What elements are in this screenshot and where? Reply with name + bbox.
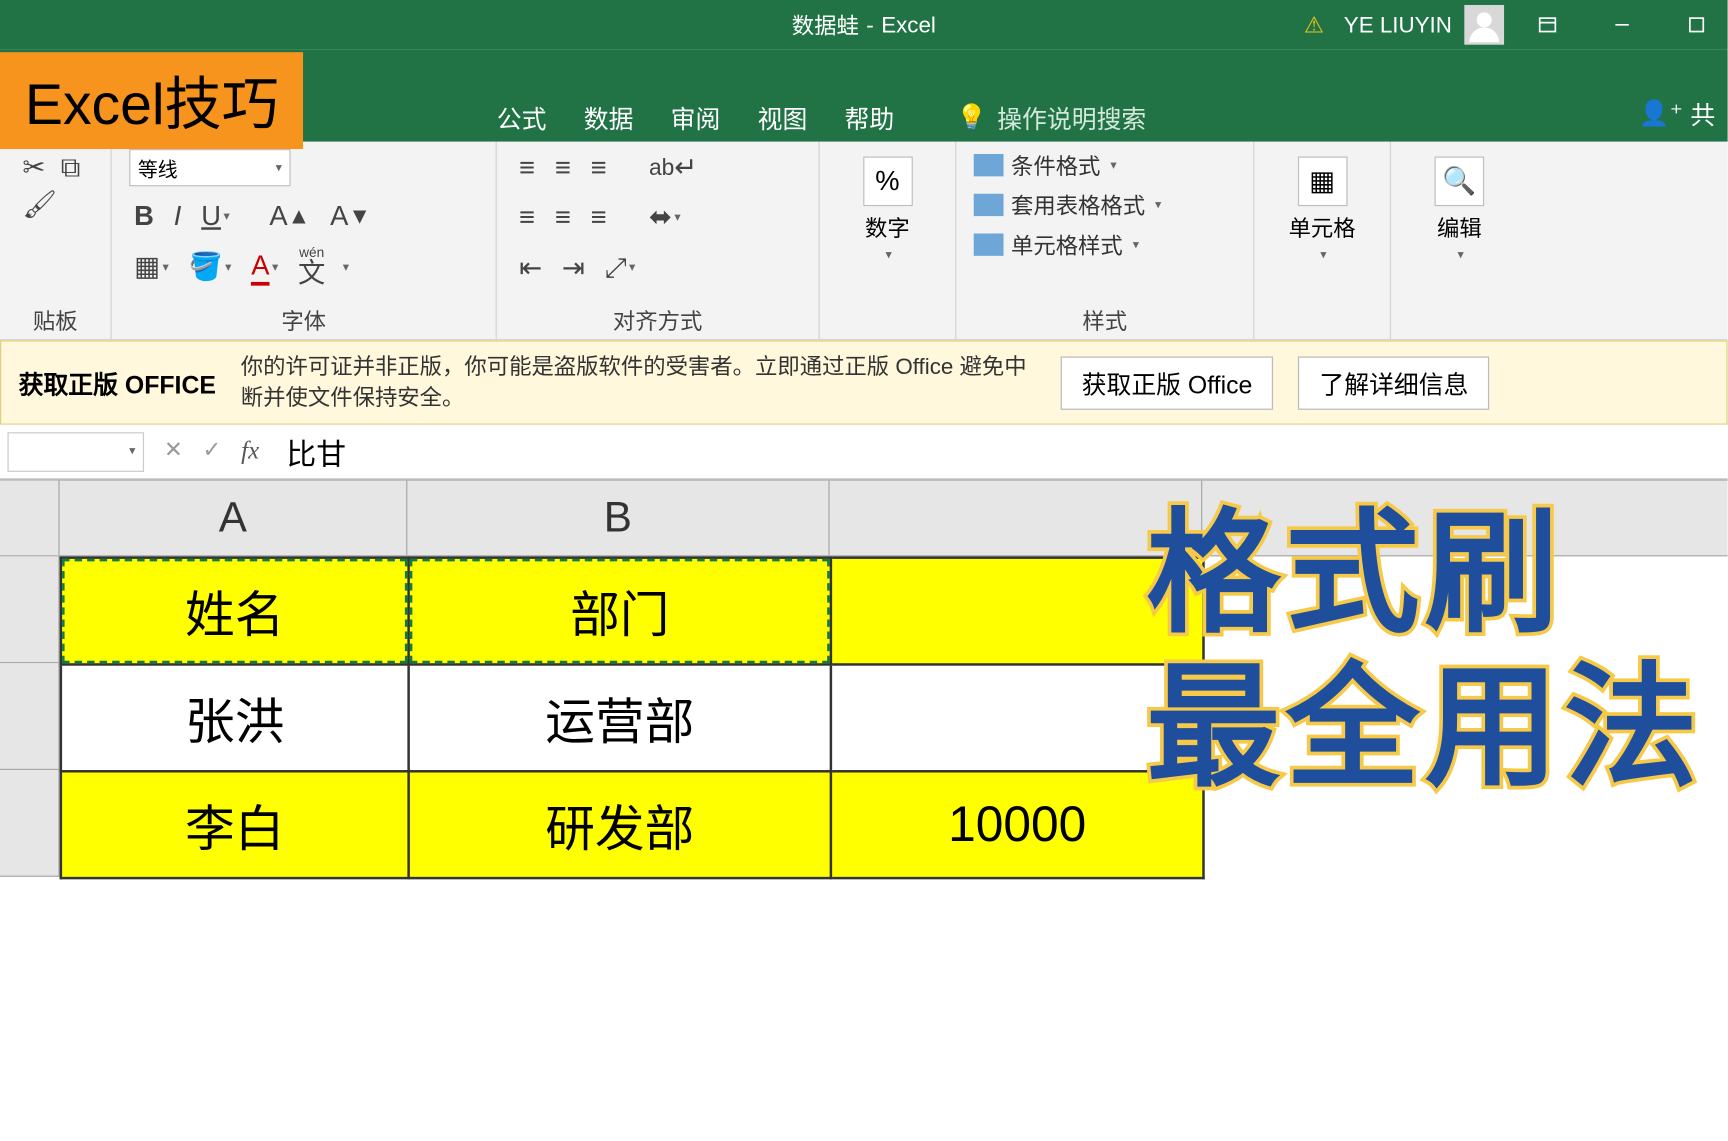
merge-center-button[interactable]: ⬌▾ (644, 199, 686, 236)
orientation-button[interactable]: ⤢▾ (600, 249, 641, 286)
tell-me-search[interactable]: 💡 操作说明搜索 (956, 99, 1146, 135)
copy-icon[interactable]: ⧉ (56, 149, 85, 186)
group-label-font: 字体 (129, 299, 478, 336)
insert-function-button[interactable]: fx (241, 438, 259, 467)
ribbon-display-options-button[interactable] (1516, 0, 1578, 50)
cell-B1[interactable]: 部门 (409, 558, 831, 665)
window-titlebar: 数据蛙 - Excel ⚠ YE LIUYIN (0, 0, 1728, 50)
window-title: 数据蛙 - Excel (792, 9, 936, 41)
group-label-alignment: 对齐方式 (514, 299, 801, 336)
font-color-button[interactable]: A▾ (246, 247, 283, 288)
column-header-B[interactable]: B (407, 481, 829, 556)
tab-help[interactable]: 帮助 (845, 99, 895, 135)
cell-A3[interactable]: 李白 (61, 772, 409, 879)
table-row[interactable]: 张洪 运营部 (61, 665, 1204, 772)
formula-bar: ▾ ✕ ✓ fx 比甘 (0, 425, 1728, 480)
group-clipboard: ✂ ⧉ 🖌 贴板 (0, 142, 112, 339)
group-label-styles: 样式 (974, 299, 1236, 336)
align-bottom-button[interactable]: ≡ (586, 149, 612, 186)
group-font: 等线▾ B I U▾ A▲ A▼ ▦▾ 🪣▾ A▾ wén 文 ▾ 字体 (112, 142, 497, 339)
tab-review[interactable]: 审阅 (671, 99, 721, 135)
cancel-icon[interactable]: ✕ (164, 438, 183, 467)
row-header-3[interactable] (0, 771, 60, 878)
table-format-icon (974, 194, 1004, 216)
user-avatar[interactable] (1464, 5, 1504, 45)
increase-font-button[interactable]: A▲ (264, 198, 315, 235)
align-center-button[interactable]: ≡ (550, 199, 576, 236)
formula-input[interactable]: 比甘 (272, 430, 347, 473)
column-header-A[interactable]: A (60, 481, 408, 556)
document-name: 数据蛙 (792, 9, 859, 41)
license-warning-bar: 获取正版 OFFICE 你的许可证并非正版，你可能是盗版软件的受害者。立即通过正… (0, 340, 1728, 425)
overlay-badge-excel-tips: Excel技巧 (0, 52, 304, 149)
cut-icon[interactable]: ✂ (17, 149, 50, 186)
font-name-select[interactable]: 等线▾ (129, 149, 290, 186)
maximize-button[interactable] (1666, 0, 1728, 50)
align-top-button[interactable]: ≡ (514, 149, 540, 186)
lightbulb-icon: 💡 (956, 101, 987, 132)
group-number: % 数字 ▾ (820, 142, 957, 339)
overlay-line-1: 格式刷 (1146, 497, 1702, 651)
editing-button[interactable]: 🔍 编辑 ▾ (1408, 149, 1510, 269)
bold-button[interactable]: B (129, 198, 159, 235)
percent-icon: % (863, 156, 913, 206)
format-as-table-button[interactable]: 套用表格格式▾ (974, 189, 1236, 221)
italic-button[interactable]: I (169, 198, 187, 235)
cell-B3[interactable]: 研发部 (409, 772, 831, 879)
wrap-text-button[interactable]: ab↵ (644, 149, 702, 186)
conditional-formatting-button[interactable]: 条件格式▾ (974, 149, 1236, 181)
tab-formulas[interactable]: 公式 (497, 99, 547, 135)
phonetic-guide-button[interactable]: wén 文 (293, 246, 330, 288)
minimize-button[interactable] (1591, 0, 1653, 50)
row-header-2[interactable] (0, 664, 60, 771)
license-title: 获取正版 OFFICE (19, 365, 216, 401)
align-middle-button[interactable]: ≡ (550, 149, 576, 186)
row-header-1[interactable] (0, 557, 60, 664)
tab-data[interactable]: 数据 (584, 99, 634, 135)
format-painter-icon[interactable]: 🖌 (17, 186, 62, 223)
number-format-button[interactable]: % 数字 ▾ (837, 149, 938, 269)
borders-button[interactable]: ▦▾ (129, 248, 173, 285)
share-button[interactable]: 👤⁺ 共 (1639, 96, 1715, 132)
cells-button[interactable]: ▦ 单元格 ▾ (1272, 149, 1373, 269)
table-row[interactable]: 李白 研发部 10000 (61, 772, 1204, 879)
decrease-font-button[interactable]: A▼ (325, 198, 376, 235)
select-all-triangle[interactable] (0, 481, 60, 556)
fill-color-button[interactable]: 🪣▾ (184, 248, 237, 285)
name-box[interactable]: ▾ (7, 432, 144, 472)
group-label-clipboard: 贴板 (17, 299, 93, 336)
overlay-line-2: 最全用法 (1146, 651, 1702, 805)
conditional-format-icon (974, 154, 1004, 176)
enter-icon[interactable]: ✓ (203, 438, 222, 467)
get-genuine-office-button[interactable]: 获取正版 Office (1061, 356, 1274, 409)
cell-style-icon (974, 233, 1004, 255)
cell-styles-button[interactable]: 单元格样式▾ (974, 229, 1236, 261)
align-left-button[interactable]: ≡ (514, 199, 540, 236)
table-row[interactable]: 姓名 部门 (61, 558, 1204, 665)
group-editing: 🔍 编辑 ▾ (1391, 142, 1528, 339)
align-right-button[interactable]: ≡ (586, 199, 612, 236)
ribbon: ✂ ⧉ 🖌 贴板 等线▾ B I U▾ A▲ A▼ ▦▾ 🪣 (0, 142, 1728, 341)
cell-A2[interactable]: 张洪 (61, 665, 409, 772)
find-icon: 🔍 (1435, 156, 1485, 206)
cell-B2[interactable]: 运营部 (409, 665, 831, 772)
learn-more-button[interactable]: 了解详细信息 (1298, 356, 1489, 409)
app-name: Excel (881, 12, 936, 38)
increase-indent-button[interactable]: ⇥ (557, 249, 590, 286)
underline-button[interactable]: U▾ (196, 198, 234, 235)
decrease-indent-button[interactable]: ⇤ (514, 249, 547, 286)
account-name[interactable]: YE LIUYIN (1344, 12, 1452, 38)
group-styles: 条件格式▾ 套用表格格式▾ 单元格样式▾ 样式 (956, 142, 1254, 339)
cell-A1[interactable]: 姓名 (61, 558, 409, 665)
overlay-title: 格式刷 最全用法 (1146, 497, 1702, 805)
warning-icon: ⚠ (1304, 12, 1324, 38)
license-message: 你的许可证并非正版，你可能是盗版软件的受害者。立即通过正版 Office 避免中… (241, 351, 1036, 414)
group-alignment: ≡ ≡ ≡ ab↵ ≡ ≡ ≡ ⬌▾ ⇤ ⇥ ⤢▾ 对齐方式 (497, 142, 820, 339)
cells-icon: ▦ (1297, 156, 1347, 206)
group-cells: ▦ 单元格 ▾ (1254, 142, 1391, 339)
tab-view[interactable]: 视图 (758, 99, 808, 135)
share-icon: 👤⁺ (1639, 98, 1683, 129)
